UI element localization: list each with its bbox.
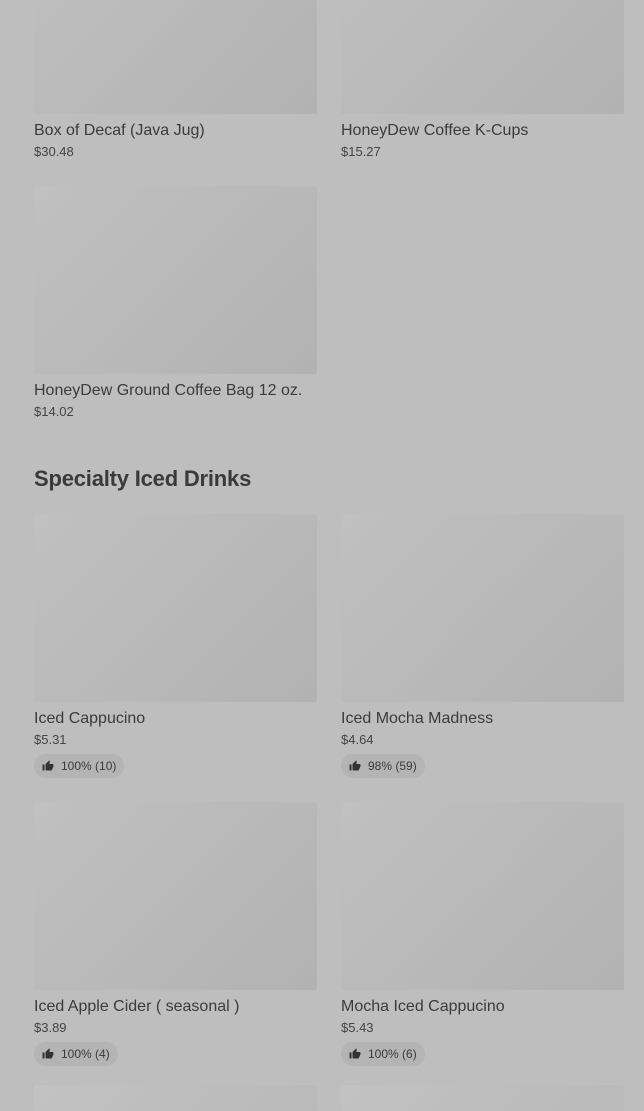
product-image[interactable]: [34, 514, 317, 702]
product-card[interactable]: HoneyDew Coffee K-Cups $15.27: [341, 0, 624, 160]
product-card[interactable]: Iced Cappucino $5.31 100% (10): [34, 514, 317, 778]
product-image[interactable]: [341, 0, 624, 114]
product-name[interactable]: Mocha Iced Cappucino: [341, 997, 624, 1017]
product-image[interactable]: [341, 514, 624, 702]
rating-text: 100% (10): [61, 759, 117, 773]
product-price: $3.89: [34, 1020, 67, 1035]
product-name[interactable]: HoneyDew Coffee K-Cups: [341, 121, 624, 141]
rating-text: 98% (59): [368, 759, 417, 773]
section-title: Specialty Iced Drinks: [34, 466, 252, 491]
product-price: $30.48: [34, 144, 74, 159]
rating-badge: 100% (10): [34, 754, 125, 778]
product-name[interactable]: Iced Cappucino: [34, 709, 317, 729]
rating-badge: 100% (6): [341, 1042, 425, 1066]
product-image[interactable]: [341, 802, 624, 990]
product-price: $15.27: [341, 144, 381, 159]
rating-text: 100% (6): [368, 1047, 417, 1061]
product-image[interactable]: [34, 802, 317, 990]
product-card[interactable]: Iced Mocha Madness $4.64 98% (59): [341, 514, 624, 778]
product-card[interactable]: Box of Decaf (Java Jug) $30.48: [34, 0, 317, 160]
product-card[interactable]: Iced Apple Cider ( seasonal ) $3.89 100%…: [34, 802, 317, 1066]
product-price: $5.43: [341, 1020, 374, 1035]
product-image[interactable]: [34, 0, 317, 114]
product-image[interactable]: [34, 186, 317, 374]
thumbs-up-icon: [349, 760, 361, 772]
product-price: $4.64: [341, 732, 374, 747]
rating-text: 100% (4): [61, 1047, 110, 1061]
rating-badge: 98% (59): [341, 754, 425, 778]
product-grid-iced: Iced Cappucino $5.31 100% (10) Iced Moch…: [34, 514, 624, 1066]
product-name[interactable]: Iced Mocha Madness: [341, 709, 624, 729]
product-image-partial[interactable]: [341, 1085, 624, 1111]
product-grid-top: Box of Decaf (Java Jug) $30.48 HoneyDew …: [34, 0, 624, 420]
product-price: $5.31: [34, 732, 67, 747]
product-name[interactable]: Iced Apple Cider ( seasonal ): [34, 997, 317, 1017]
product-name[interactable]: Box of Decaf (Java Jug): [34, 121, 317, 141]
thumbs-up-icon: [42, 760, 54, 772]
product-name[interactable]: HoneyDew Ground Coffee Bag 12 oz.: [34, 381, 317, 401]
product-card[interactable]: Mocha Iced Cappucino $5.43 100% (6): [341, 802, 624, 1066]
thumbs-up-icon: [42, 1048, 54, 1060]
thumbs-up-icon: [349, 1048, 361, 1060]
product-price: $14.02: [34, 404, 74, 419]
product-card[interactable]: HoneyDew Ground Coffee Bag 12 oz. $14.02: [34, 186, 317, 420]
rating-badge: 100% (4): [34, 1042, 118, 1066]
product-image-partial[interactable]: [34, 1085, 317, 1111]
